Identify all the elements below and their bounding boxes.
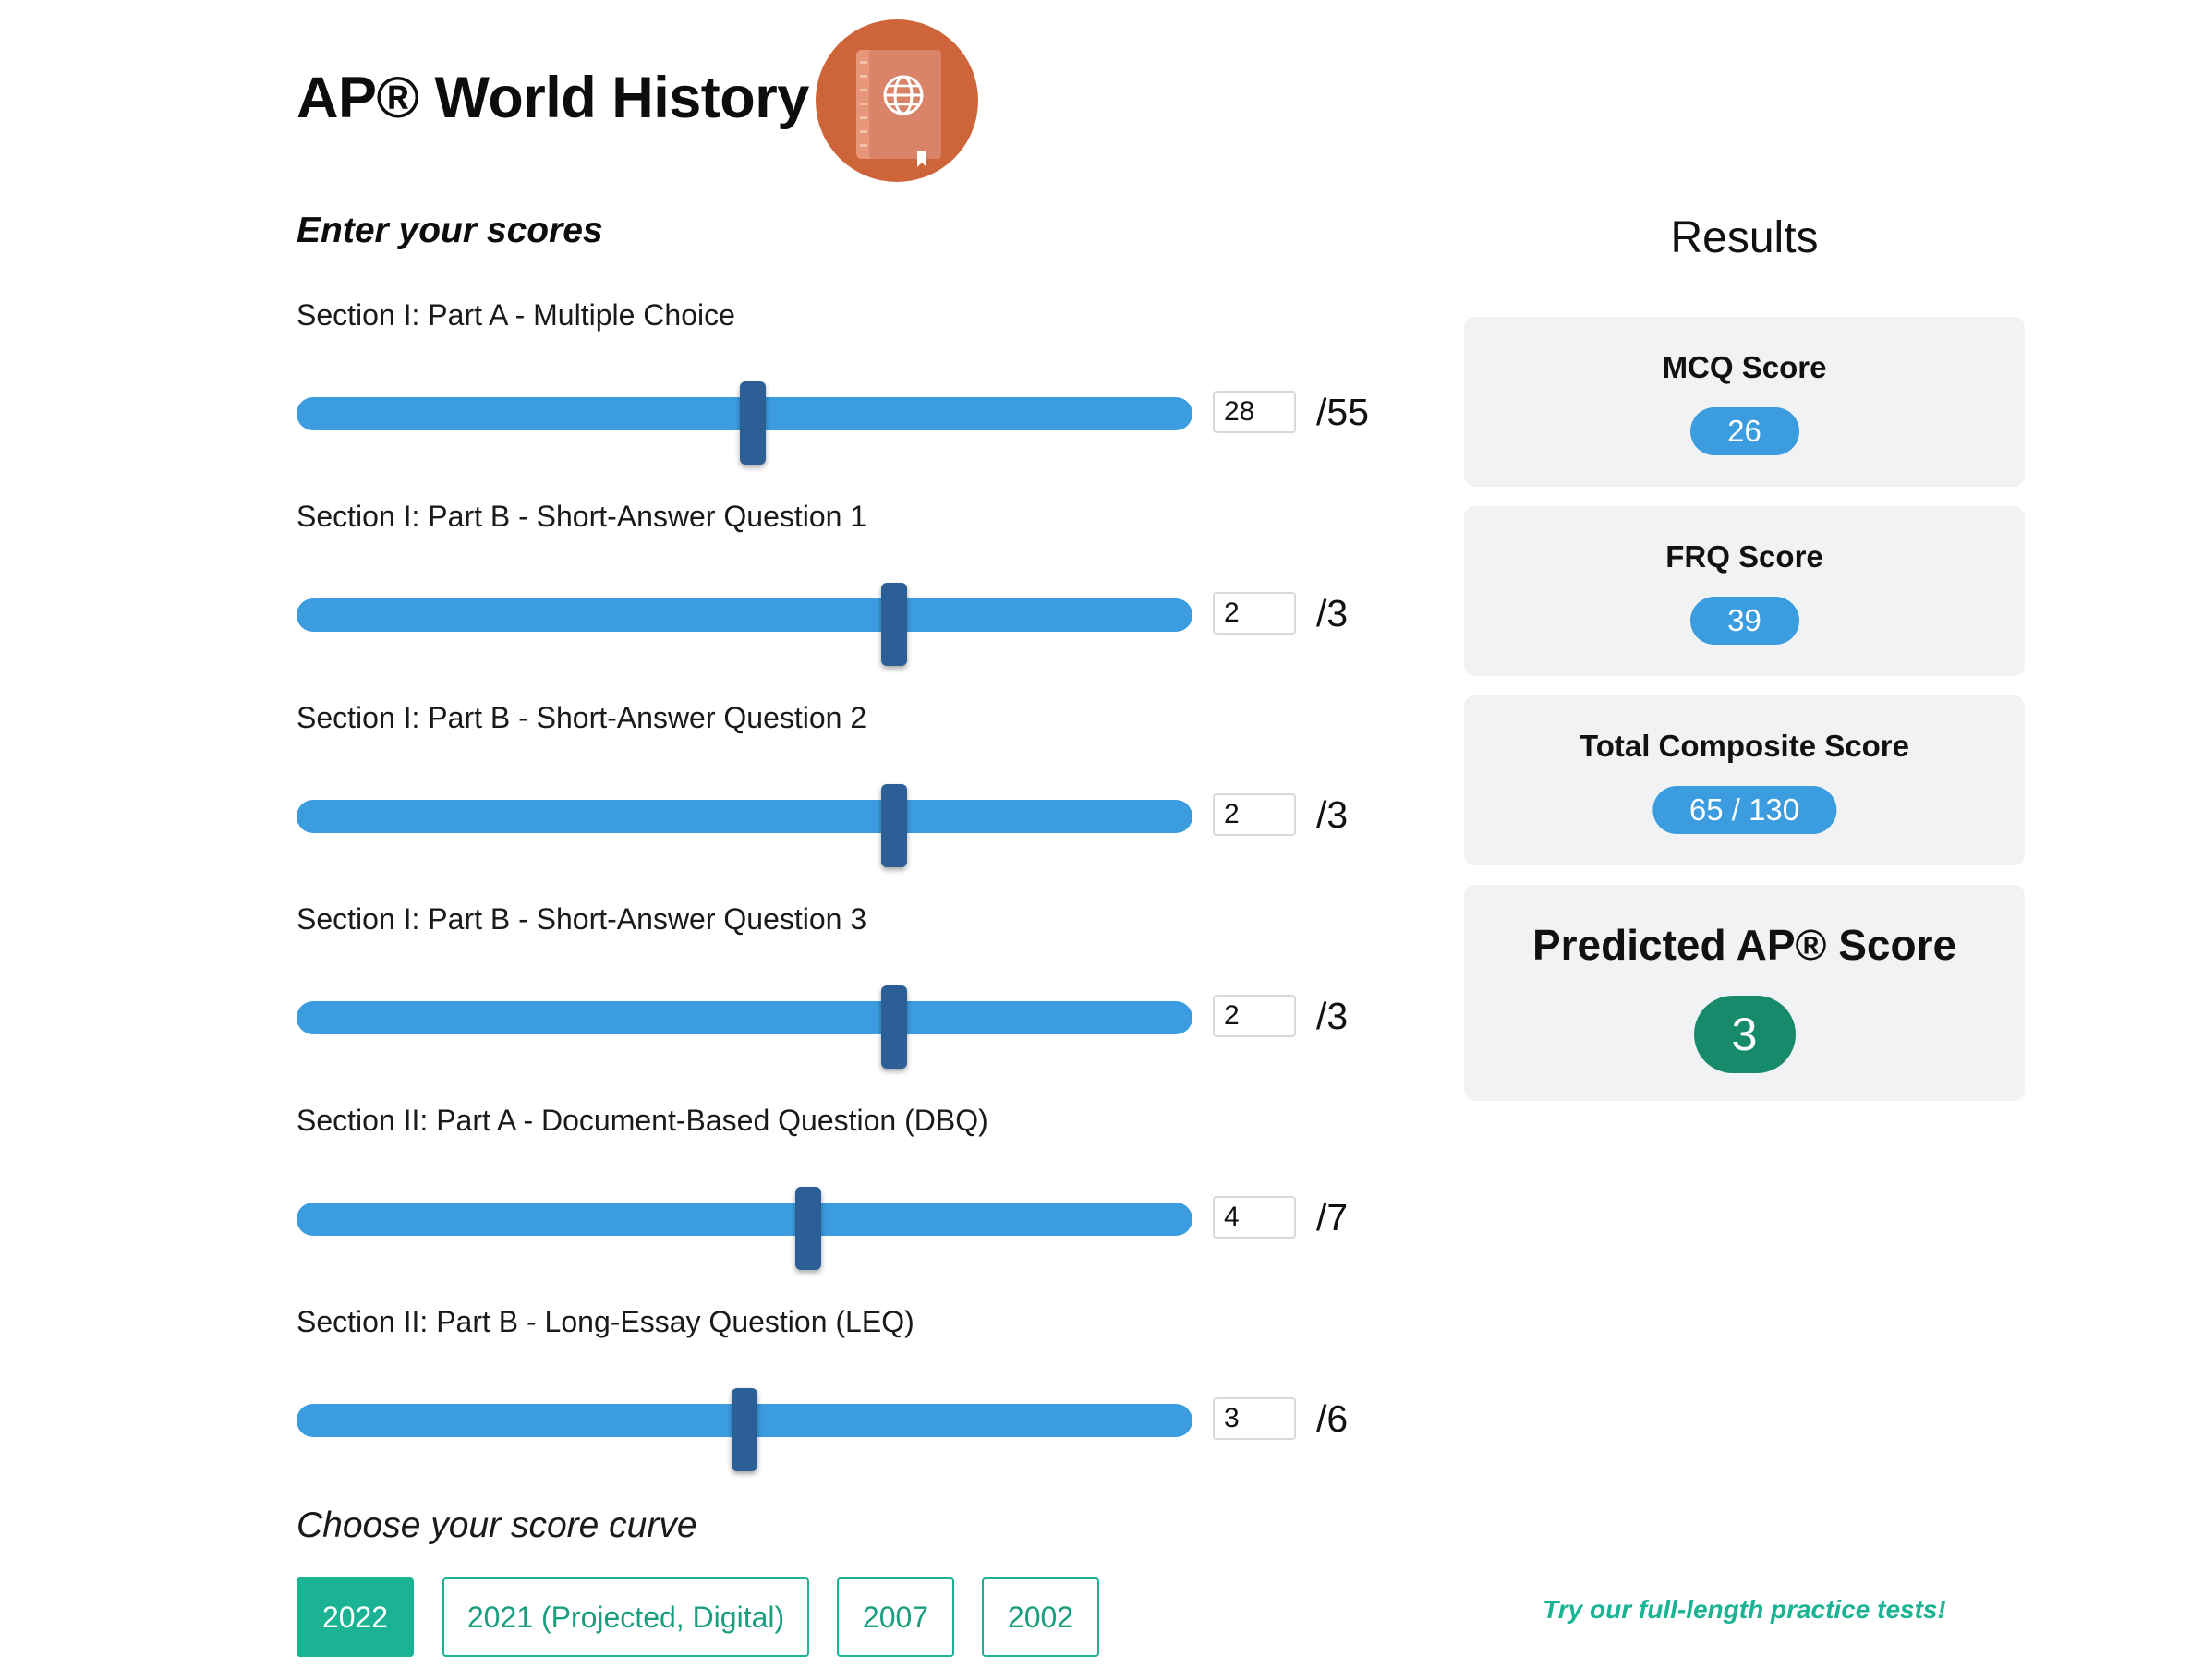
slider-label: Section I: Part B - Short-Answer Questio…	[297, 500, 867, 533]
frq-score-label: FRQ Score	[1665, 539, 1823, 574]
score-input[interactable]	[1213, 1397, 1296, 1440]
slider-row-saq3: Section I: Part B - Short-Answer Questio…	[297, 902, 1405, 1104]
slider-thumb[interactable]	[732, 1388, 757, 1471]
slider-track[interactable]	[297, 1001, 1192, 1034]
curve-button-2007[interactable]: 2007	[837, 1577, 954, 1657]
score-input[interactable]	[1213, 391, 1296, 433]
practice-tests-link[interactable]: Try our full-length practice tests!	[1464, 1595, 2025, 1625]
slider-label: Section I: Part A - Multiple Choice	[297, 298, 735, 332]
score-input[interactable]	[1213, 1196, 1296, 1239]
max-score-label: /3	[1316, 592, 1349, 635]
slider-label: Section II: Part A - Document-Based Ques…	[297, 1104, 988, 1137]
slider-thumb[interactable]	[880, 985, 907, 1069]
max-score-label: /3	[1316, 793, 1349, 836]
frq-score-card: FRQ Score 39	[1464, 506, 2025, 676]
max-score-label: /55	[1316, 391, 1369, 433]
max-score-label: /6	[1316, 1397, 1349, 1440]
predicted-score-card: Predicted AP® Score 3	[1464, 885, 2025, 1101]
composite-score-card: Total Composite Score 65 / 130	[1464, 695, 2025, 865]
page-title: AP® World History	[297, 66, 809, 130]
results-heading: Results	[1670, 213, 1819, 262]
mcq-score-value: 26	[1689, 407, 1799, 455]
max-score-label: /7	[1316, 1196, 1349, 1239]
curve-button-2022[interactable]: 2022	[297, 1577, 414, 1657]
max-score-label: /3	[1316, 995, 1349, 1037]
score-input[interactable]	[1213, 995, 1296, 1037]
predicted-score-value: 3	[1693, 996, 1796, 1073]
slider-thumb[interactable]	[880, 583, 907, 666]
mcq-score-label: MCQ Score	[1662, 350, 1827, 384]
score-input[interactable]	[1213, 793, 1296, 836]
score-curve-heading: Choose your score curve	[297, 1505, 697, 1545]
slider-row-saq2: Section I: Part B - Short-Answer Questio…	[297, 701, 1405, 902]
slider-label: Section I: Part B - Short-Answer Questio…	[297, 701, 867, 734]
curve-button-2021[interactable]: 2021 (Projected, Digital)	[442, 1577, 809, 1657]
slider-row-mcq: Section I: Part A - Multiple Choice /55	[297, 298, 1405, 500]
slider-label: Section I: Part B - Short-Answer Questio…	[297, 902, 867, 936]
mcq-score-card: MCQ Score 26	[1464, 317, 2025, 487]
slider-thumb[interactable]	[739, 381, 766, 465]
slider-label: Section II: Part B - Long-Essay Question…	[297, 1305, 914, 1338]
slider-row-saq1: Section I: Part B - Short-Answer Questio…	[297, 500, 1405, 701]
slider-track[interactable]	[297, 1203, 1192, 1236]
score-input[interactable]	[1213, 592, 1296, 635]
composite-score-value: 65 / 130	[1652, 786, 1837, 834]
slider-thumb[interactable]	[795, 1187, 822, 1270]
frq-score-value: 39	[1689, 597, 1799, 645]
slider-row-dbq: Section II: Part A - Document-Based Ques…	[297, 1104, 1405, 1305]
curve-button-2002[interactable]: 2002	[982, 1577, 1099, 1657]
predicted-score-label: Predicted AP® Score	[1531, 921, 1957, 969]
enter-scores-heading: Enter your scores	[297, 211, 603, 250]
book-globe-icon	[816, 19, 978, 182]
slider-row-leq: Section II: Part B - Long-Essay Question…	[297, 1305, 1405, 1506]
slider-thumb[interactable]	[880, 784, 907, 867]
slider-track[interactable]	[297, 800, 1192, 833]
composite-score-label: Total Composite Score	[1580, 729, 1909, 763]
slider-track[interactable]	[297, 598, 1192, 632]
